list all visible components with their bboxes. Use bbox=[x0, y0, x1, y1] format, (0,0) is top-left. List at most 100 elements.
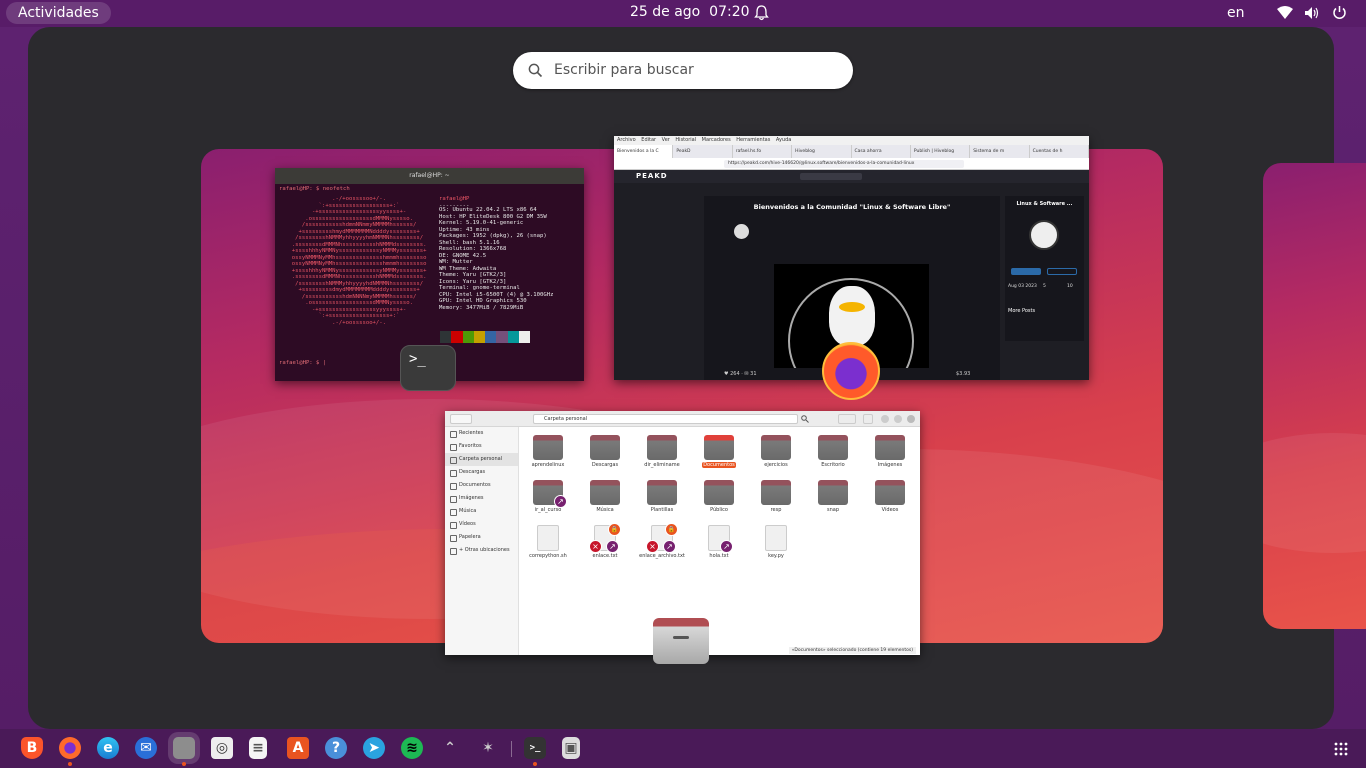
wifi-icon[interactable] bbox=[1277, 6, 1293, 19]
peakd-search[interactable] bbox=[800, 173, 862, 180]
view-toggle[interactable] bbox=[838, 414, 856, 424]
file-item[interactable]: resp bbox=[750, 480, 802, 513]
thunderbird-icon[interactable]: ✉ bbox=[135, 737, 157, 759]
file-item[interactable]: dir_eliminame bbox=[636, 435, 688, 468]
file-label: snap bbox=[826, 507, 839, 513]
comments-label: 31 bbox=[750, 371, 757, 377]
spotify-icon[interactable]: ≋ bbox=[401, 737, 423, 759]
file-item[interactable]: ↗ 🔒 × enlace.txt bbox=[579, 523, 631, 559]
files-icon[interactable] bbox=[173, 737, 195, 766]
close-button[interactable] bbox=[907, 415, 915, 423]
link-badge-icon: ↗ bbox=[606, 540, 619, 553]
terminal-titlebar[interactable]: rafael@HP: ~ bbox=[275, 168, 584, 184]
file-item[interactable]: Vídeos bbox=[864, 480, 916, 513]
file-label: Documentos bbox=[702, 462, 736, 468]
file-item[interactable]: key.py bbox=[750, 525, 802, 559]
folder-icon bbox=[875, 435, 905, 460]
firefox-menubar[interactable]: Archivo Editar Ver Historial Marcadores … bbox=[614, 136, 1089, 145]
author-avatar[interactable] bbox=[734, 224, 749, 239]
url-field[interactable]: https://peakd.com/hive-146620/@linux.sof… bbox=[724, 160, 964, 168]
peakd-logo[interactable]: PEAKD bbox=[636, 172, 668, 180]
link-badge-icon: ↗ bbox=[720, 540, 733, 553]
file-item[interactable]: Plantillas bbox=[636, 480, 688, 513]
language-indicator[interactable]: en bbox=[1227, 5, 1245, 21]
storage-icon[interactable]: ▣ bbox=[562, 737, 580, 759]
vote-count[interactable]: ♥ 264 · ✉ 31 bbox=[724, 371, 757, 377]
terminal-icon[interactable]: >_ bbox=[524, 737, 546, 766]
file-item[interactable]: ↗ 🔒 × enlace_archivo.txt bbox=[636, 523, 688, 559]
file-label: ir_al_curso bbox=[534, 507, 562, 513]
file-item[interactable]: correpython.sh bbox=[522, 525, 574, 559]
activities-button[interactable]: Actividades bbox=[6, 2, 111, 24]
power-icon[interactable] bbox=[1332, 5, 1347, 20]
sidebar-item-home[interactable]: Carpeta personal bbox=[445, 453, 518, 466]
browser-tab[interactable]: Casa ahorra bbox=[852, 145, 911, 158]
arrow-icon[interactable]: ⌃ bbox=[439, 737, 461, 759]
brave-icon[interactable]: B bbox=[21, 737, 43, 759]
bug-icon[interactable]: ✶ bbox=[477, 737, 499, 759]
menu-button[interactable] bbox=[863, 414, 873, 424]
file-item[interactable]: Imágenes bbox=[864, 435, 916, 468]
file-item[interactable]: Escritorio bbox=[807, 435, 859, 468]
browser-tab[interactable]: Publish | Hiveblog bbox=[911, 145, 971, 158]
edge-icon[interactable]: e bbox=[97, 737, 119, 759]
browser-tab[interactable]: PeakD bbox=[673, 145, 733, 158]
volume-icon[interactable] bbox=[1304, 6, 1320, 20]
screenshot-icon[interactable]: ◎ bbox=[211, 737, 233, 759]
browser-tab[interactable]: Hiveblog bbox=[792, 145, 852, 158]
join-button[interactable] bbox=[1047, 268, 1077, 275]
firefox-icon[interactable] bbox=[59, 737, 81, 766]
sidebar-item-imagenes[interactable]: Imágenes bbox=[445, 492, 518, 505]
sidebar-item-musica[interactable]: Música bbox=[445, 505, 518, 518]
dock-separator bbox=[511, 741, 512, 757]
software-icon[interactable]: A bbox=[287, 737, 309, 759]
community-name[interactable]: Linux & Software ... bbox=[1005, 201, 1084, 207]
link-badge-icon: ↗ bbox=[663, 540, 676, 553]
help-icon[interactable]: ? bbox=[325, 737, 347, 759]
folder-icon bbox=[818, 435, 848, 460]
search-bar[interactable] bbox=[513, 52, 853, 89]
neofetch-info: OS: Ubuntu 22.04.2 LTS x86 64 Host: HP E… bbox=[435, 207, 558, 311]
community-date: Aug 03 2023 bbox=[1008, 284, 1037, 289]
file-label: dir_eliminame bbox=[644, 462, 680, 468]
show-apps-icon[interactable] bbox=[1334, 742, 1348, 756]
browser-tab[interactable]: Sistema de m bbox=[970, 145, 1030, 158]
file-label: Vídeos bbox=[881, 507, 899, 513]
sidebar-item-recientes[interactable]: Recientes bbox=[445, 427, 518, 440]
workspace-next[interactable] bbox=[1263, 163, 1366, 629]
nav-back-forward[interactable] bbox=[450, 414, 472, 424]
files-app-icon[interactable] bbox=[653, 618, 709, 664]
clock[interactable]: 25 de ago 07:20 bbox=[630, 4, 750, 20]
browser-tab[interactable]: rafael.hs.fo bbox=[733, 145, 793, 158]
terminal-app-icon[interactable]: >_ bbox=[400, 345, 456, 391]
file-item[interactable]: aprendelinux bbox=[522, 435, 574, 468]
file-item[interactable]: ↗ ir_al_curso bbox=[522, 480, 574, 513]
file-item[interactable]: ↗ hola.txt bbox=[693, 525, 745, 559]
firefox-app-icon[interactable] bbox=[822, 342, 880, 400]
sidebar-item-other-locations[interactable]: + Otras ubicaciones bbox=[445, 544, 518, 557]
file-item[interactable]: Público bbox=[693, 480, 745, 513]
sidebar-item-descargas[interactable]: Descargas bbox=[445, 466, 518, 479]
community-avatar bbox=[1029, 220, 1059, 250]
sidebar-item-favoritos[interactable]: Favoritos bbox=[445, 440, 518, 453]
search-icon[interactable] bbox=[801, 415, 809, 423]
file-item[interactable]: Música bbox=[579, 480, 631, 513]
minimize-button[interactable] bbox=[881, 415, 889, 423]
browser-tab[interactable]: Cuentas de h bbox=[1030, 145, 1089, 158]
file-item[interactable]: Descargas bbox=[579, 435, 631, 468]
maximize-button[interactable] bbox=[894, 415, 902, 423]
file-item[interactable]: snap bbox=[807, 480, 859, 513]
file-item[interactable]: Documentos bbox=[693, 435, 745, 468]
search-input[interactable] bbox=[554, 60, 834, 80]
text-editor-icon[interactable]: ≡ bbox=[249, 737, 267, 759]
sidebar-item-papelera[interactable]: Papelera bbox=[445, 531, 518, 544]
telegram-icon[interactable]: ➤ bbox=[363, 737, 385, 759]
file-item[interactable]: ejercicios bbox=[750, 435, 802, 468]
post-title[interactable]: Bienvenidos a la Comunidad "Linux & Soft… bbox=[704, 203, 1000, 211]
subscribe-button[interactable] bbox=[1011, 268, 1041, 275]
path-bar[interactable]: Carpeta personal bbox=[533, 414, 798, 424]
bell-icon[interactable] bbox=[754, 5, 769, 21]
browser-tab[interactable]: Bienvenidos a la C bbox=[614, 145, 674, 158]
sidebar-item-documentos[interactable]: Documentos bbox=[445, 479, 518, 492]
sidebar-item-videos[interactable]: Vídeos bbox=[445, 518, 518, 531]
